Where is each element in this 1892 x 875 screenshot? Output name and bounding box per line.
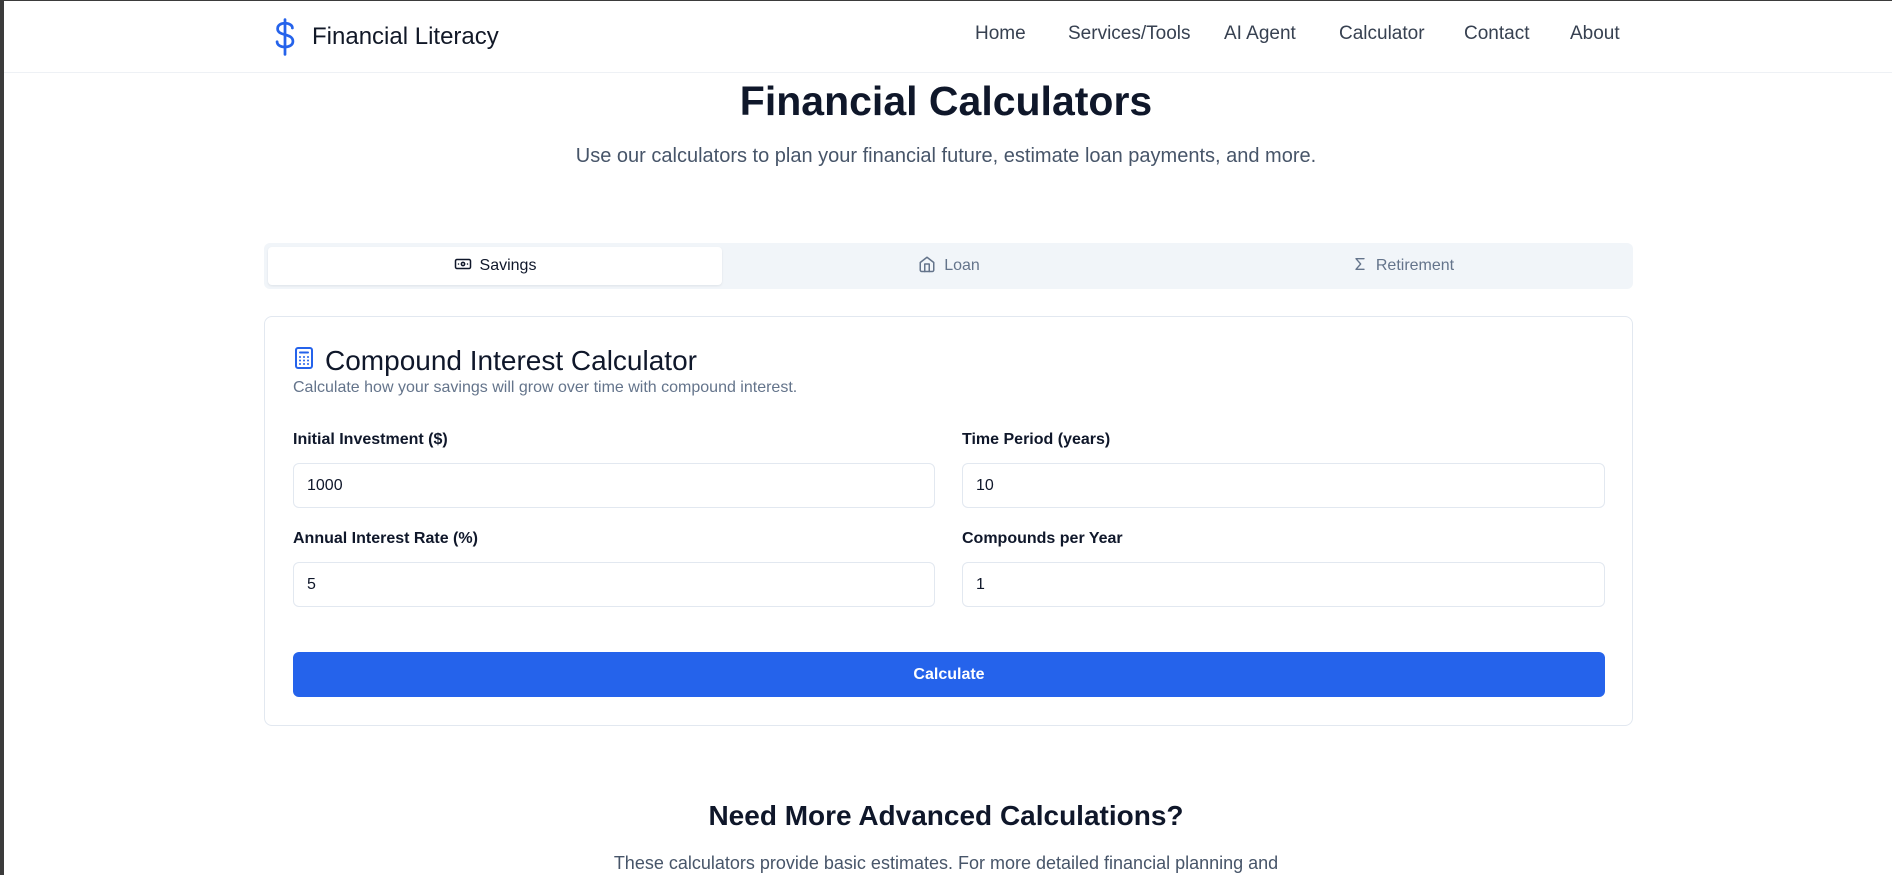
initial-investment-label: Initial Investment ($)	[293, 431, 448, 448]
tab-savings-label: Savings	[479, 257, 537, 274]
nav-home[interactable]: Home	[975, 23, 1026, 45]
nav-contact[interactable]: Contact	[1464, 23, 1529, 45]
time-period-label: Time Period (years)	[962, 431, 1111, 448]
banknote-icon	[454, 255, 480, 278]
interest-rate-label: Annual Interest Rate (%)	[293, 530, 478, 547]
initial-investment-input[interactable]	[293, 463, 935, 508]
page-subtitle: Use our calculators to plan your financi…	[575, 145, 1317, 167]
calculator-icon	[293, 345, 325, 377]
window-frame-left	[0, 0, 4, 875]
card-description: Calculate how your savings will grow ove…	[293, 379, 798, 396]
main-nav: Home Services/Tools AI Agent Calculator …	[4, 23, 1892, 53]
calculator-tabs: Savings Loan Retirement	[264, 243, 1633, 289]
window-frame-top	[0, 0, 1892, 1]
nav-calculator[interactable]: Calculator	[1339, 23, 1425, 45]
tab-retirement[interactable]: Retirement	[1176, 247, 1630, 285]
sigma-icon	[1352, 255, 1376, 278]
advanced-heading: Need More Advanced Calculations?	[708, 800, 1184, 831]
tab-loan-label: Loan	[944, 257, 980, 274]
compounds-per-year-label: Compounds per Year	[962, 530, 1123, 547]
interest-rate-input[interactable]	[293, 562, 935, 607]
tab-retirement-label: Retirement	[1375, 257, 1455, 274]
card-title-text: Compound Interest Calculator	[325, 345, 697, 376]
tab-loan[interactable]: Loan	[722, 247, 1176, 285]
card-title: Compound Interest Calculator	[293, 343, 697, 379]
time-period-input[interactable]	[962, 463, 1605, 508]
page-title: Financial Calculators	[739, 78, 1153, 124]
tab-savings[interactable]: Savings	[268, 247, 722, 285]
compound-interest-card: Compound Interest Calculator Calculate h…	[264, 316, 1633, 726]
nav-ai-agent[interactable]: AI Agent	[1224, 23, 1296, 45]
advanced-text: These calculators provide basic estimate…	[613, 853, 1279, 873]
compounds-per-year-input[interactable]	[962, 562, 1605, 607]
home-icon	[918, 255, 944, 278]
nav-about[interactable]: About	[1570, 23, 1620, 45]
navbar: Financial Literacy Home Services/Tools A…	[4, 1, 1892, 73]
nav-services-tools[interactable]: Services/Tools	[1068, 23, 1191, 45]
calculate-button[interactable]: Calculate	[293, 652, 1605, 697]
